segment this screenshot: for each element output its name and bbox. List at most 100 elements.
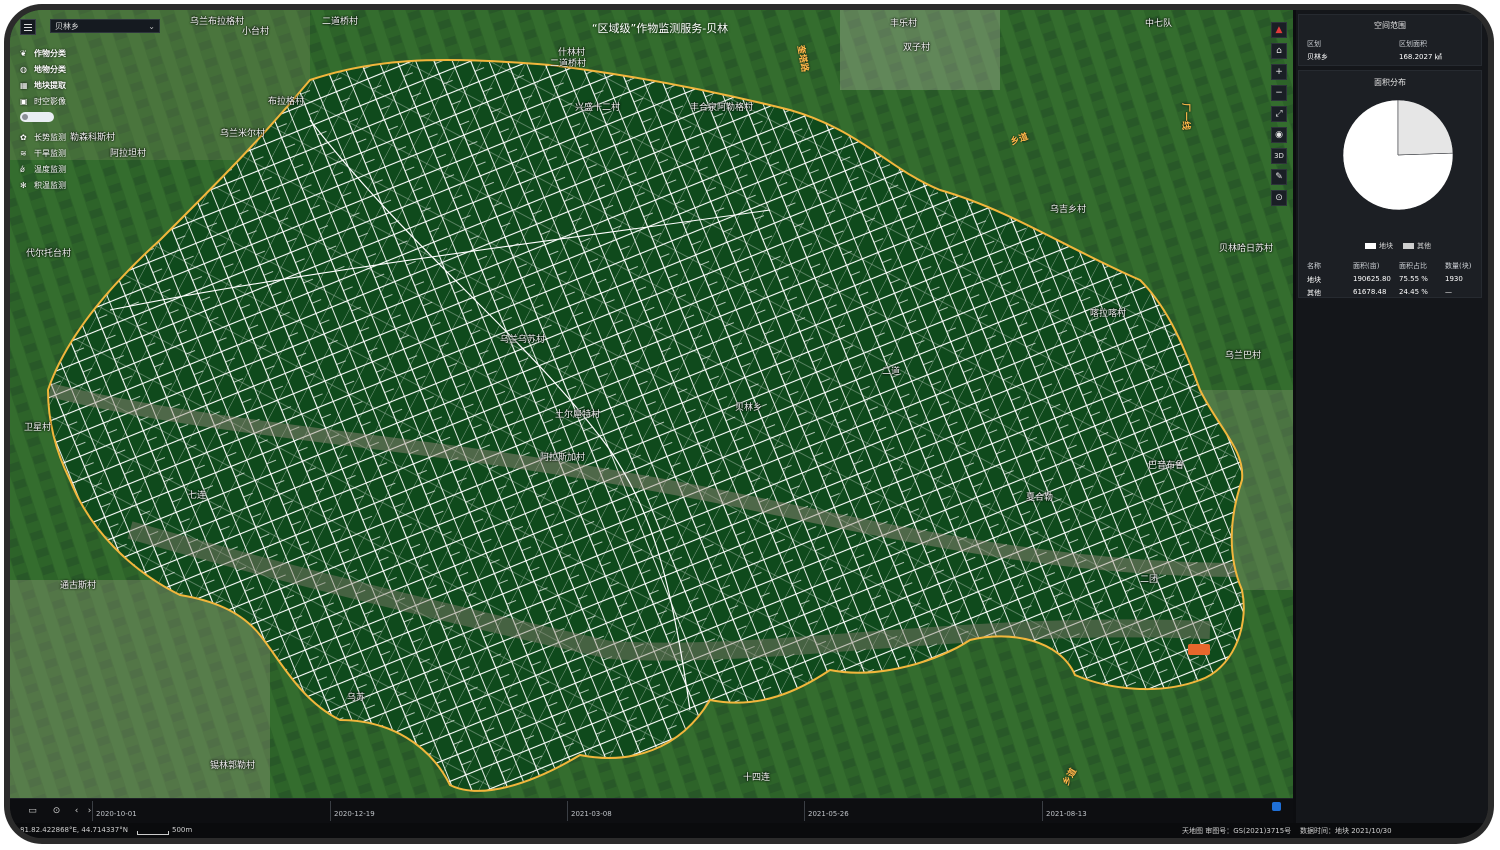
sidebar-item-crop-classification[interactable]: ❦ 作物分类 xyxy=(18,46,88,61)
legend-swatch xyxy=(1365,243,1376,249)
map-place-label: 通古斯村 xyxy=(60,581,97,591)
map-place-label: 阿拉斯加村 xyxy=(540,453,586,463)
timeline-cursor[interactable] xyxy=(1272,802,1281,811)
spatial-range-box: 空间范围 区划 区划面积 贝林乡 168.2027 ㎢ xyxy=(1298,14,1482,66)
table-header-name: 名称 xyxy=(1307,262,1321,270)
home-icon[interactable]: ⌂ xyxy=(1271,43,1287,59)
map-place-label: 乌兰布拉格村 xyxy=(190,17,245,27)
zoom-out-icon[interactable]: − xyxy=(1271,85,1287,101)
map-road-label: 厂一线 xyxy=(1180,102,1191,131)
map-place-label: 乌兰巴村 xyxy=(1225,351,1262,361)
map-place-label: 锡林郭勒村 xyxy=(210,761,256,771)
sidebar-item-label: 积温监测 xyxy=(34,181,66,190)
sidebar-item-label: 地物分类 xyxy=(34,65,66,74)
timeline-date[interactable]: 2021-08-13 xyxy=(1046,810,1087,818)
layer-toggle[interactable] xyxy=(20,112,54,122)
sidebar-item-drought-monitor[interactable]: ≋ 干旱监测 xyxy=(18,146,88,161)
legend-item-other: 其他 xyxy=(1403,241,1431,251)
sidebar-item-label: 时空影像 xyxy=(34,97,66,106)
sidebar-item-accumulated-temp-monitor[interactable]: ✻ 积温监测 xyxy=(18,178,88,193)
map-place-label: 七连 xyxy=(188,491,207,501)
play-icon[interactable]: ⊙ xyxy=(50,805,63,818)
legend-label: 其他 xyxy=(1417,242,1431,250)
map-place-label: 丰乐村 xyxy=(890,19,918,29)
compass-icon[interactable]: ▲ xyxy=(1271,22,1287,38)
table-cell: 190625.80 xyxy=(1353,275,1391,283)
sidebar-item-temperature-monitor[interactable]: ǿ 温度监测 xyxy=(18,162,88,177)
map-place-label: 代尔托台村 xyxy=(26,249,72,259)
map-view[interactable]: “区域级”作物监测服务-贝林 贝林乡 ⌄ ❦ 作物分类 ◍ 地物分类 ▦ 地块提… xyxy=(10,10,1293,798)
region-select-value: 贝林乡 xyxy=(55,22,79,31)
calendar-icon[interactable]: ▭ xyxy=(26,805,39,818)
map-canvas xyxy=(10,10,1293,798)
thermometer-icon: ǿ xyxy=(20,165,25,174)
map-place-label: 小台村 xyxy=(242,27,270,37)
map-place-label: 乌苏 xyxy=(347,693,366,703)
table-cell: 24.45 % xyxy=(1399,288,1428,296)
menu-button[interactable] xyxy=(20,19,36,35)
timeline-date[interactable]: 2021-03-08 xyxy=(571,810,612,818)
area-distribution-box: 面积分布 地块 其他 名称 面积(亩) 面积占比 数量(块) 地块 190625… xyxy=(1298,70,1482,298)
sidebar-item-parcel-extraction[interactable]: ▦ 地块提取 xyxy=(18,78,88,93)
map-place-label: 乌兰乌苏村 xyxy=(500,335,546,345)
table-cell: 75.55 % xyxy=(1399,275,1428,283)
table-header-ratio: 面积占比 xyxy=(1399,262,1427,270)
spatial-region-value: 贝林乡 xyxy=(1307,53,1328,61)
layer-hide-icon[interactable]: ◉ xyxy=(1271,127,1287,143)
table-cell: 61678.48 xyxy=(1353,288,1387,296)
pie-slice-1[interactable] xyxy=(1397,99,1454,156)
sidebar-item-label: 干旱监测 xyxy=(34,149,66,158)
legend-label: 地块 xyxy=(1379,242,1393,250)
globe-icon: ◍ xyxy=(20,65,27,74)
sprout-icon: ✿ xyxy=(20,133,27,142)
snowflake-icon: ✻ xyxy=(20,181,27,190)
map-place-label: 巴音布鲁 xyxy=(1148,461,1185,471)
table-cell: 地块 xyxy=(1307,276,1321,284)
map-place-label: 卫星村 xyxy=(24,423,52,433)
map-place-label: 贝林乡 xyxy=(735,403,763,413)
map-place-label: 十四连 xyxy=(743,773,771,783)
drought-icon: ≋ xyxy=(20,149,27,158)
sidebar-item-label: 地块提取 xyxy=(34,81,66,90)
map-place-label: 夏合勒 xyxy=(1026,493,1054,503)
map-place-label: 乌吉乡村 xyxy=(1050,205,1087,215)
3d-icon[interactable]: 3D xyxy=(1271,148,1287,164)
data-time: 数据时间：地块 2021/10/30 xyxy=(1300,827,1392,835)
timeline-date[interactable]: 2021-05-26 xyxy=(808,810,849,818)
map-place-label: 贝林哈日苏村 xyxy=(1219,244,1274,254)
map-place-label: 二道桥村 xyxy=(550,59,587,69)
map-place-label: 二道 xyxy=(882,367,901,377)
sidebar-item-label: 长势监测 xyxy=(34,133,66,142)
spatial-area-value: 168.2027 ㎢ xyxy=(1399,53,1442,61)
sidebar-item-land-classification[interactable]: ◍ 地物分类 xyxy=(18,62,88,77)
leaf-icon: ❦ xyxy=(20,49,27,58)
map-place-label: 布拉格村 xyxy=(268,97,305,107)
zoom-in-icon[interactable]: + xyxy=(1271,64,1287,80)
coordinate-readout: 81.82.422868°E, 44.714337°N xyxy=(20,826,128,834)
measure-icon[interactable]: ✎ xyxy=(1271,169,1287,185)
map-place-label: 二道桥村 xyxy=(322,17,359,27)
region-select[interactable]: 贝林乡 ⌄ xyxy=(50,19,160,33)
timeline-bar[interactable]: ▭ ⊙ ‹ › 2020-10-01 2020-12-19 2021-03-08… xyxy=(10,798,1293,824)
map-place-label: 兴盛十二村 xyxy=(575,103,621,113)
page-title: “区域级”作物监测服务-贝林 xyxy=(591,22,729,35)
table-cell: — xyxy=(1445,288,1452,296)
right-panel: 空间范围 区划 区划面积 贝林乡 168.2027 ㎢ 面积分布 地块 其他 名… xyxy=(1296,10,1488,838)
spatial-header-area: 区划面积 xyxy=(1399,40,1427,48)
timeline-tick xyxy=(1042,801,1043,821)
legend-swatch xyxy=(1403,243,1414,249)
table-cell: 1930 xyxy=(1445,275,1463,283)
timeline-date[interactable]: 2020-10-01 xyxy=(96,810,137,818)
timeline-tick xyxy=(92,801,93,821)
image-icon: ▣ xyxy=(20,97,28,106)
locate-icon[interactable]: ⊙ xyxy=(1271,190,1287,206)
timeline-date[interactable]: 2020-12-19 xyxy=(334,810,375,818)
area-distribution-title: 面积分布 xyxy=(1374,78,1406,87)
table-cell: 其他 xyxy=(1307,289,1321,297)
sidebar: ❦ 作物分类 ◍ 地物分类 ▦ 地块提取 ▣ 时空影像 ✿ 长势监测 ≋ 干旱监… xyxy=(18,46,88,194)
prev-icon[interactable]: ‹ xyxy=(70,805,83,818)
fullscreen-icon[interactable]: ⤢ xyxy=(1271,106,1287,122)
next-icon[interactable]: › xyxy=(83,805,96,818)
sidebar-item-spatiotemporal-imagery[interactable]: ▣ 时空影像 xyxy=(18,94,88,109)
spatial-range-title: 空间范围 xyxy=(1374,21,1406,30)
